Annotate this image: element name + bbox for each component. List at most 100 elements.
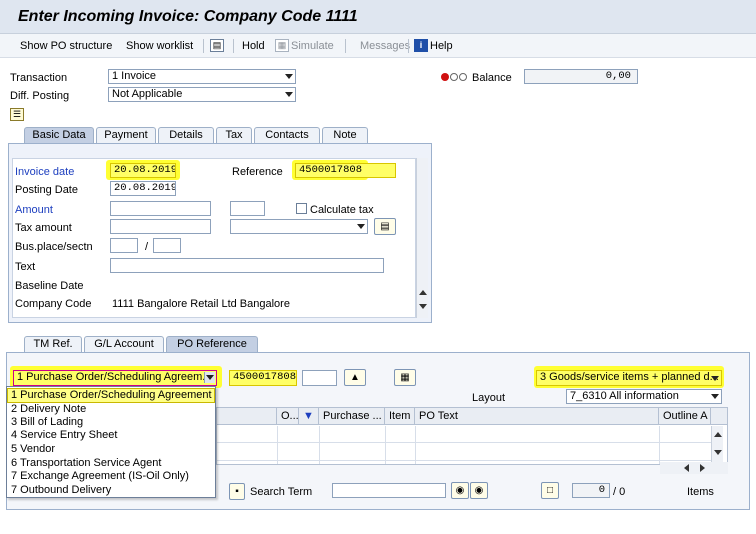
- messages-button[interactable]: Messages: [360, 40, 410, 52]
- tab-payment[interactable]: Payment: [96, 127, 156, 143]
- table-row[interactable]: [217, 444, 711, 461]
- reference-label: Reference: [232, 166, 283, 178]
- doc-type-value: 1 Purchase Order/Scheduling Agreem...: [17, 371, 212, 383]
- layout-value: 7_6310 All information: [570, 390, 679, 402]
- scroll-up-icon[interactable]: [419, 290, 427, 295]
- scroll-down-icon[interactable]: [714, 450, 722, 455]
- tab-tax[interactable]: Tax: [216, 127, 252, 143]
- invoice-date-field[interactable]: 20.08.2019: [110, 163, 176, 178]
- scroll-down-icon[interactable]: [419, 304, 427, 309]
- diff-posting-value: Not Applicable: [112, 88, 183, 100]
- tab-details[interactable]: Details: [158, 127, 214, 143]
- menu-item-purchase-order[interactable]: 1 Purchase Order/Scheduling Agreement: [7, 388, 215, 403]
- simulate-button[interactable]: Simulate: [291, 40, 334, 52]
- po-item-field[interactable]: [302, 370, 337, 386]
- filter-icon[interactable]: ▼: [299, 408, 319, 425]
- tax-amount-field[interactable]: [110, 219, 211, 234]
- document-icon[interactable]: ☰: [10, 108, 24, 121]
- tax-detail-button[interactable]: ▤: [374, 218, 396, 235]
- tab-contacts[interactable]: Contacts: [254, 127, 320, 143]
- doc-type-dropdown-menu: 1 Purchase Order/Scheduling Agreement 2 …: [6, 386, 216, 498]
- status-light-green-icon: [459, 73, 467, 81]
- menu-item-bill-of-lading[interactable]: 3 Bill of Lading: [8, 416, 214, 429]
- menu-item-transportation-agent[interactable]: 6 Transportation Service Agent: [8, 457, 214, 470]
- menu-item-delivery-note[interactable]: 2 Delivery Note: [8, 403, 214, 416]
- grid-scrollbar-vertical[interactable]: [711, 426, 723, 464]
- table-row[interactable]: [217, 426, 711, 443]
- reference-field[interactable]: 4500017808: [295, 163, 396, 178]
- clipboard-icon[interactable]: ▤: [210, 39, 224, 52]
- status-light-yellow-icon: [450, 73, 458, 81]
- bus-place-separator: /: [145, 241, 149, 253]
- page-number-field[interactable]: 0: [572, 483, 610, 498]
- scroll-left-icon[interactable]: [684, 464, 689, 472]
- show-worklist-button[interactable]: Show worklist: [126, 40, 193, 52]
- search-term-field[interactable]: [332, 483, 446, 498]
- item-type-select[interactable]: 3 Goods/service items + planned d...: [536, 370, 722, 386]
- structure-icon[interactable]: ▦: [394, 369, 416, 386]
- find-icon[interactable]: ◉: [451, 482, 469, 499]
- hold-button[interactable]: Hold: [242, 40, 265, 52]
- currency-field[interactable]: [230, 201, 265, 216]
- bus-place-label: Bus.place/sectn: [15, 241, 93, 253]
- menu-item-service-entry-sheet[interactable]: 4 Service Entry Sheet: [8, 429, 214, 442]
- text-label: Text: [15, 261, 36, 273]
- doc-type-select[interactable]: 1 Purchase Order/Scheduling Agreem...: [13, 370, 217, 386]
- show-po-structure-button[interactable]: Show PO structure: [20, 40, 112, 52]
- copy-icon[interactable]: ▲: [344, 369, 366, 386]
- balance-field: 0,00: [524, 69, 638, 84]
- chevron-down-icon: [711, 376, 719, 381]
- help-button[interactable]: Help: [430, 40, 453, 52]
- calculate-tax-checkbox[interactable]: [296, 203, 307, 214]
- page-icon[interactable]: □: [541, 482, 559, 499]
- tab-tm-ref[interactable]: TM Ref.: [24, 336, 82, 352]
- grid-column-outline[interactable]: Outline A: [659, 408, 711, 425]
- tab-gl-account[interactable]: G/L Account: [84, 336, 164, 352]
- grid-scrollbar-horizontal[interactable]: [660, 462, 728, 474]
- chevron-down-icon: [285, 74, 293, 79]
- text-field[interactable]: [110, 258, 384, 273]
- bus-section-field[interactable]: [153, 238, 181, 253]
- tab-note[interactable]: Note: [322, 127, 368, 143]
- layout-select[interactable]: 7_6310 All information: [566, 389, 722, 404]
- amount-label: Amount: [15, 204, 53, 216]
- search-term-icon[interactable]: ▪: [229, 483, 245, 500]
- grid-divider: [319, 426, 320, 464]
- grid-column-o[interactable]: O...: [277, 408, 299, 425]
- item-type-value: 3 Goods/service items + planned d...: [540, 371, 719, 383]
- scroll-right-icon[interactable]: [700, 464, 705, 472]
- toolbar-separator: [203, 39, 204, 53]
- scroll-up-icon[interactable]: [714, 432, 722, 437]
- toolbar-separator: [233, 39, 234, 53]
- chevron-down-icon: [206, 375, 214, 380]
- transaction-select[interactable]: 1 Invoice: [108, 69, 296, 84]
- grid-column-item[interactable]: Item: [385, 408, 415, 425]
- diff-posting-select[interactable]: Not Applicable: [108, 87, 296, 102]
- chevron-down-icon: [285, 92, 293, 97]
- amount-field[interactable]: [110, 201, 211, 216]
- tab-po-reference[interactable]: PO Reference: [166, 336, 258, 352]
- menu-item-exchange-agreement[interactable]: 7 Exchange Agreement (IS-Oil Only): [8, 470, 214, 483]
- info-icon[interactable]: i: [414, 39, 428, 52]
- toolbar-separator: [345, 39, 346, 53]
- application-toolbar: Show PO structure Show worklist ▤ Hold ▦…: [0, 34, 756, 58]
- menu-item-vendor[interactable]: 5 Vendor: [8, 443, 214, 456]
- basic-data-scrollbar[interactable]: [416, 158, 428, 318]
- posting-date-field[interactable]: 20.08.2019: [110, 181, 176, 196]
- po-number-field[interactable]: 4500017808: [229, 370, 297, 386]
- tax-amount-label: Tax amount: [15, 222, 72, 234]
- grid-column-po-text[interactable]: PO Text: [415, 408, 659, 425]
- company-code-label: Company Code: [15, 298, 92, 310]
- page-total: / 0: [613, 486, 626, 498]
- tax-code-select[interactable]: [230, 219, 368, 234]
- window-title: Enter Incoming Invoice: Company Code 111…: [18, 8, 358, 25]
- basic-data-content: [12, 158, 416, 318]
- tab-basic-data[interactable]: Basic Data: [24, 127, 94, 143]
- find-next-icon[interactable]: ◉: [470, 482, 488, 499]
- items-label: Items: [687, 486, 714, 498]
- grid-divider: [659, 426, 660, 464]
- dropdown-button[interactable]: [204, 372, 215, 383]
- bus-place-field[interactable]: [110, 238, 138, 253]
- menu-item-outbound-delivery[interactable]: 7 Outbound Delivery: [8, 484, 214, 497]
- grid-column-purchase[interactable]: Purchase ...: [319, 408, 385, 425]
